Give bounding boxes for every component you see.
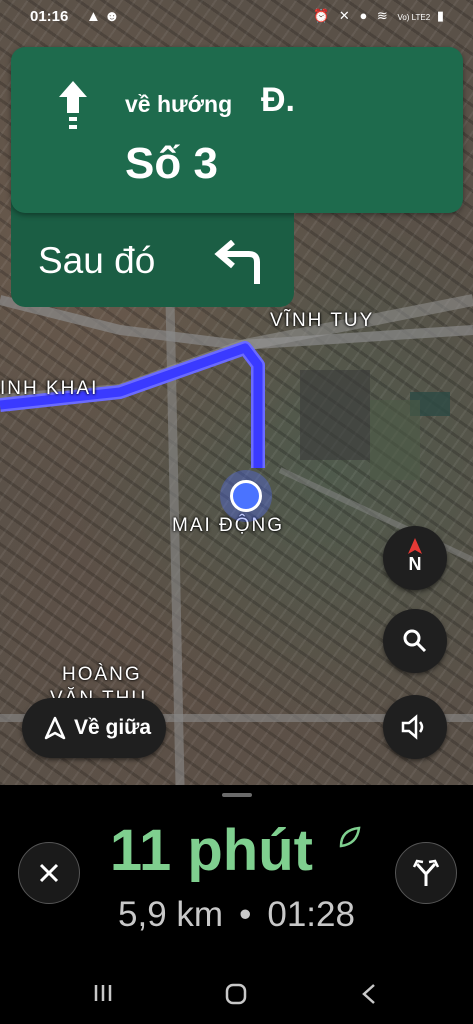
status-time: 01:16: [30, 8, 69, 25]
map-label-hoang: HOÀNG: [62, 664, 142, 685]
alternate-routes-button[interactable]: [395, 842, 457, 904]
trip-details: 5,9 km • 01:28: [0, 895, 473, 935]
navigation-instruction-card[interactable]: về hướng Đ. Số 3: [11, 47, 463, 213]
then-label: Sau đó: [38, 240, 156, 281]
leaf-icon: [339, 826, 361, 848]
volume-icon: [401, 714, 424, 740]
road-prefix: Đ.: [261, 81, 295, 119]
recenter-button[interactable]: Về giữa: [22, 698, 166, 758]
alarm-icon: ⏰: [313, 8, 333, 23]
route-line: [0, 343, 263, 468]
home-icon[interactable]: [224, 982, 248, 1006]
arrow-up-icon: [59, 81, 87, 129]
search-button[interactable]: [383, 609, 447, 673]
navigation-arrow-icon: [44, 716, 66, 740]
search-icon: [403, 629, 427, 653]
arrival-time: 01:28: [267, 895, 355, 934]
back-icon[interactable]: [360, 982, 378, 1006]
road-name: Số 3: [125, 139, 218, 188]
turn-left-icon: [214, 240, 260, 284]
compass-label: N: [408, 554, 422, 574]
map-label-vinh-tuy: VĨNH TUY: [270, 310, 375, 331]
distance: 5,9 km: [118, 895, 224, 934]
current-location-icon: [230, 480, 262, 512]
map-label-mai-dong: MAI ĐỘNG: [172, 515, 285, 536]
status-bar: 01:16 ▲ ☻ ⏰ ✕ ● ≋ Vo) LTE2 ▮: [0, 0, 473, 34]
compass-needle-icon: [408, 538, 422, 554]
map-label-minh-khai: INH KHAI: [0, 378, 99, 399]
lte-signal-icon: Vo) LTE2: [397, 13, 431, 22]
compass-button[interactable]: N: [383, 526, 447, 590]
drag-handle[interactable]: [222, 793, 252, 797]
battery-icon: ▮: [436, 8, 447, 23]
location-icon: ●: [359, 8, 371, 23]
separator: •: [239, 895, 252, 934]
android-icon: ☻: [104, 8, 120, 25]
toward-text: về hướng: [125, 91, 233, 117]
route-outline: [0, 341, 265, 468]
recents-icon[interactable]: [92, 982, 114, 1004]
mute-icon: ✕: [338, 8, 353, 23]
recenter-label: Về giữa: [74, 716, 152, 739]
duration-text: 11 phút: [109, 818, 313, 883]
route-fork-icon: [412, 859, 440, 886]
sound-button[interactable]: [383, 695, 447, 759]
navigation-icon: ▲: [86, 8, 101, 25]
wifi-icon: ≋: [376, 8, 391, 23]
next-step-card[interactable]: Sau đó: [11, 200, 294, 307]
status-icons: ⏰ ✕ ● ≋ Vo) LTE2 ▮: [313, 8, 447, 24]
